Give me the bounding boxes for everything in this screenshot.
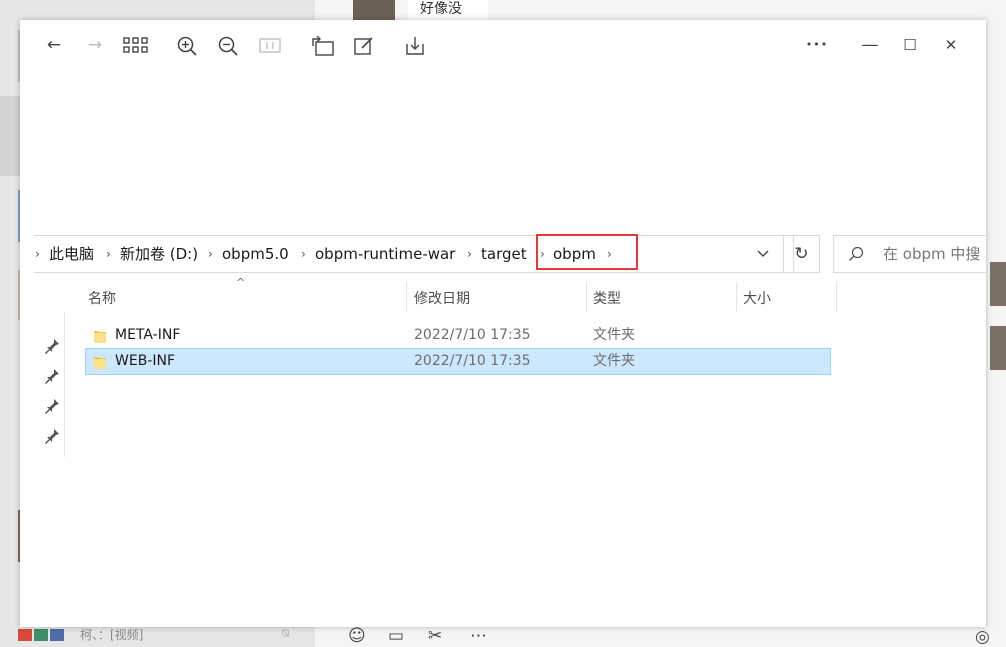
rotate-icon — [312, 36, 334, 56]
minimize-button[interactable]: — — [855, 32, 885, 58]
breadcrumb-highlight-box — [536, 234, 638, 270]
chevron-right-icon: › — [208, 247, 213, 261]
target-icon[interactable]: ◎ — [975, 627, 990, 647]
zoom-in-button[interactable] — [173, 32, 203, 58]
chevron-right-icon: › — [106, 247, 111, 261]
folder-icon — [94, 331, 106, 343]
more-options-button[interactable]: ••• — [802, 32, 832, 58]
pin-icon[interactable] — [42, 427, 62, 445]
navigation-pane-divider — [64, 312, 65, 457]
zoom-out-icon — [218, 36, 238, 56]
save-button[interactable] — [400, 32, 430, 58]
rotate-button[interactable] — [308, 32, 338, 58]
edit-button[interactable] — [349, 32, 379, 58]
file-explorer-window: ← → ••• — ☐ ✕ › 此电脑 › 新加卷 (D:) › obpm5.0… — [20, 20, 986, 627]
search-box[interactable]: 在 obpm 中搜 — [833, 235, 986, 273]
file-name: WEB-INF — [115, 353, 175, 369]
folder-icon — [94, 357, 106, 369]
mute-icon: ⍉ — [282, 626, 290, 640]
chat-bubble: 好像没 — [408, 0, 488, 20]
close-button[interactable]: ✕ — [936, 32, 966, 58]
column-header-name[interactable]: 名称 — [88, 286, 116, 312]
scissors-icon[interactable]: ✂ — [428, 626, 442, 646]
zoom-in-icon — [177, 36, 197, 56]
file-modified-date: 2022/7/10 17:35 — [414, 353, 531, 369]
breadcrumb-drive-d[interactable]: 新加卷 (D:) — [120, 236, 198, 273]
side-thumbnail — [990, 326, 1006, 370]
download-icon — [406, 37, 424, 55]
search-placeholder: 在 obpm 中搜 — [883, 245, 981, 263]
chat-bubble-icon[interactable]: ⋯ — [470, 626, 487, 646]
grid-view-button[interactable] — [121, 32, 151, 58]
pin-icon[interactable] — [42, 367, 62, 385]
actual-size-icon — [259, 38, 281, 53]
column-divider[interactable] — [586, 282, 587, 312]
back-button[interactable]: ← — [39, 32, 69, 58]
pin-icon[interactable] — [42, 397, 62, 415]
chevron-right-icon: › — [467, 247, 472, 261]
chevron-right-icon: › — [301, 247, 306, 261]
chat-avatar — [353, 0, 395, 20]
column-header-date[interactable]: 修改日期 — [414, 286, 470, 312]
actual-size-button[interactable] — [255, 32, 285, 58]
address-history-dropdown[interactable] — [748, 241, 778, 267]
file-type: 文件夹 — [593, 327, 635, 343]
forward-button[interactable]: → — [80, 32, 110, 58]
file-modified-date: 2022/7/10 17:35 — [414, 327, 531, 343]
grid-icon — [123, 37, 148, 53]
chat-last-message: 柯、：[视频] — [80, 628, 144, 642]
file-row-web-inf[interactable]: WEB-INF 2022/7/10 17:35 文件夹 — [85, 348, 831, 375]
emoji-button-icon[interactable]: ☺ — [348, 626, 366, 646]
column-divider[interactable] — [406, 282, 407, 312]
breadcrumb-obpm5[interactable]: obpm5.0 — [222, 236, 289, 273]
refresh-icon: ↻ — [794, 244, 809, 264]
column-divider[interactable] — [736, 282, 737, 312]
file-type: 文件夹 — [593, 353, 635, 369]
breadcrumb-this-pc[interactable]: 此电脑 — [49, 236, 94, 273]
breadcrumb-target[interactable]: target — [481, 236, 527, 273]
file-row-meta-inf[interactable]: META-INF 2022/7/10 17:35 文件夹 — [85, 322, 831, 349]
maximize-button[interactable]: ☐ — [895, 32, 925, 58]
pin-icon[interactable] — [42, 337, 62, 355]
edit-icon — [354, 37, 373, 55]
chat-last-message-row: 柯、：[视频] ⍉ — [18, 624, 315, 647]
emoji-icon — [18, 629, 32, 641]
side-thumbnail — [990, 262, 1006, 306]
folder-button-icon[interactable]: ▭ — [388, 626, 404, 646]
sort-ascending-icon: ^ — [236, 276, 246, 289]
breadcrumb-obpm-runtime-war[interactable]: obpm-runtime-war — [315, 236, 455, 273]
refresh-button[interactable]: ↻ — [783, 235, 820, 273]
chevron-right-icon: › — [35, 247, 40, 261]
column-header-type[interactable]: 类型 — [593, 286, 621, 312]
address-bar[interactable]: › 此电脑 › 新加卷 (D:) › obpm5.0 › obpm-runtim… — [34, 235, 794, 273]
chevron-down-icon — [757, 250, 769, 257]
chat-list-selected-row — [0, 96, 20, 176]
emoji-icon — [34, 629, 48, 641]
file-name: META-INF — [115, 327, 181, 343]
search-icon — [848, 236, 864, 272]
emoji-icon — [50, 629, 64, 641]
column-divider[interactable] — [836, 282, 837, 312]
column-header-size[interactable]: 大小 — [743, 286, 771, 312]
zoom-out-button[interactable] — [214, 32, 244, 58]
